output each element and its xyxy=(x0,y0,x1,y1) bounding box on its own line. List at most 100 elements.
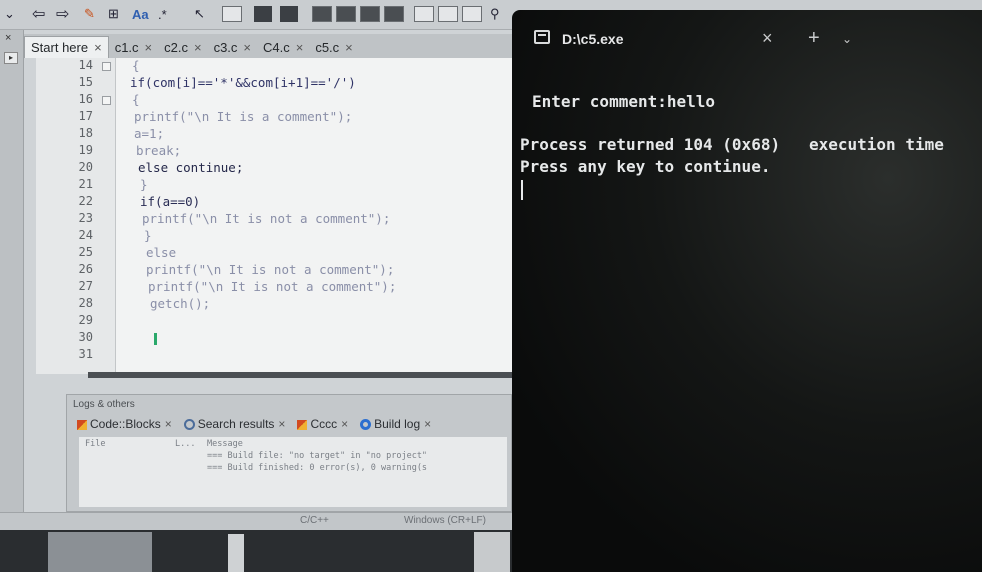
stream-comment-icon[interactable] xyxy=(384,6,404,22)
log-message: === Build file: "no target" in "no proje… xyxy=(207,451,428,461)
tab-label: c1.c xyxy=(114,39,139,55)
tab-label: c5.c xyxy=(315,39,340,55)
editor-tab-bar: Start here × c1.c × c2.c × c3.c × C4.c ×… xyxy=(24,34,514,58)
tab-label: c3.c xyxy=(213,39,238,55)
line-number: 31 xyxy=(78,347,93,361)
terminal-window[interactable]: D:\c5.exe × + ⌄ Enter comment:hello Proc… xyxy=(512,10,982,572)
code-line: printf("\n It is not a comment"); xyxy=(148,279,397,294)
logs-tab-cccc[interactable]: Cccc × xyxy=(297,417,348,431)
status-bar: C/C++ Windows (CR+LF) xyxy=(0,512,515,530)
terminal-icon xyxy=(534,30,550,44)
close-icon[interactable]: × xyxy=(424,417,431,431)
column-header-file: File xyxy=(85,439,106,449)
line-number: 16 xyxy=(78,92,93,106)
block-icon[interactable] xyxy=(222,6,242,22)
regex-icon[interactable]: Aa xyxy=(132,4,149,24)
close-icon[interactable]: × xyxy=(296,40,304,55)
line-number: 28 xyxy=(78,296,93,310)
unfold-icon[interactable] xyxy=(462,6,482,22)
chevron-down-icon[interactable]: ⌄ xyxy=(4,4,15,24)
chevron-down-icon[interactable]: ⌄ xyxy=(842,32,852,46)
tab-label: c2.c xyxy=(164,39,188,55)
play-arrow-icon[interactable]: ▸ xyxy=(4,52,18,64)
close-icon[interactable]: × xyxy=(243,40,251,55)
line-number: 24 xyxy=(78,228,93,242)
back-arrow-icon[interactable]: ⇦ xyxy=(32,4,45,24)
line-number: 18 xyxy=(78,126,93,140)
tab-c1[interactable]: c1.c × xyxy=(109,36,158,58)
tab-c5[interactable]: c5.c × xyxy=(309,36,358,58)
toggle-comment-icon[interactable] xyxy=(360,6,380,22)
fold-icon[interactable] xyxy=(438,6,458,22)
line-number: 23 xyxy=(78,211,93,225)
console-output-line: Process returned 104 (0x68) execution ti… xyxy=(520,135,944,154)
tab-label: Start here xyxy=(31,40,89,55)
logs-tab-search-results[interactable]: Search results × xyxy=(183,417,285,431)
select-tool-icon[interactable]: ⊞ xyxy=(108,4,119,24)
logs-tab-codeblocks[interactable]: Code::Blocks × xyxy=(77,417,172,431)
horizontal-scrollbar[interactable] xyxy=(88,372,512,378)
cursor-icon[interactable]: ↖ xyxy=(194,4,205,24)
close-tab-button[interactable]: × xyxy=(762,28,773,49)
close-icon[interactable]: × xyxy=(94,40,102,55)
console-output-line: Enter comment:hello xyxy=(532,92,716,111)
tab-c3[interactable]: c3.c × xyxy=(208,36,257,58)
code-line: if(com[i]=='*'&&com[i+1]=='/') xyxy=(130,75,356,90)
line-number: 26 xyxy=(78,262,93,276)
line-number: 30 xyxy=(78,330,93,344)
fold-marker-icon[interactable] xyxy=(102,62,111,71)
code-line: printf("\n It is not a comment"); xyxy=(142,211,391,226)
next-bookmark-icon[interactable] xyxy=(280,6,298,22)
line-number: 20 xyxy=(78,160,93,174)
line-number: 19 xyxy=(78,143,93,157)
box-comment-icon[interactable] xyxy=(414,6,434,22)
close-icon[interactable]: × xyxy=(194,40,202,55)
line-number: 27 xyxy=(78,279,93,293)
comment-icon[interactable] xyxy=(312,6,332,22)
code-line: a=1; xyxy=(134,126,165,141)
taskbar-item[interactable] xyxy=(48,532,152,572)
code-editor[interactable]: 14 15 16 17 18 19 20 21 22 23 24 25 26 2… xyxy=(36,58,512,374)
line-number: 25 xyxy=(78,245,93,259)
code-line: { xyxy=(132,58,140,73)
taskbar-strip xyxy=(0,530,515,572)
close-icon[interactable]: × xyxy=(145,40,153,55)
column-header-message: Message xyxy=(207,439,243,449)
fold-marker-icon[interactable] xyxy=(102,96,111,105)
logs-tab-label: Cccc xyxy=(310,417,338,431)
code-line: else xyxy=(146,245,177,260)
tab-start-here[interactable]: Start here × xyxy=(24,36,109,58)
line-number: 29 xyxy=(78,313,93,327)
uncomment-icon[interactable] xyxy=(336,6,356,22)
close-icon[interactable]: × xyxy=(345,40,353,55)
search-icon xyxy=(183,419,195,431)
terminal-tab-title[interactable]: D:\c5.exe xyxy=(562,31,623,47)
taskbar-item[interactable] xyxy=(474,532,510,572)
terminal-tab-bar: D:\c5.exe × + ⌄ xyxy=(512,10,982,74)
highlight-pen-icon[interactable]: ✎ xyxy=(84,4,95,24)
logs-tab-label: Build log xyxy=(374,417,421,431)
build-log-list[interactable]: File L... Message === Build file: "no ta… xyxy=(79,437,507,507)
dot-star-icon[interactable]: .* xyxy=(158,4,167,24)
toggle-bookmark-icon[interactable] xyxy=(254,6,272,22)
close-icon[interactable]: × xyxy=(165,417,172,431)
code-line: getch(); xyxy=(150,296,211,311)
new-tab-button[interactable]: + xyxy=(808,27,820,50)
close-icon[interactable]: × xyxy=(278,417,285,431)
close-icon[interactable]: × xyxy=(5,32,11,44)
status-eol: Windows (CR+LF) xyxy=(404,515,486,526)
logs-tab-build-log[interactable]: Build log × xyxy=(360,417,431,431)
pencil-icon xyxy=(77,419,87,430)
close-icon[interactable]: × xyxy=(341,417,348,431)
forward-arrow-icon[interactable]: ⇨ xyxy=(56,4,69,24)
code-line: printf("\n It is a comment"); xyxy=(134,109,353,124)
log-message: === Build finished: 0 error(s), 0 warnin… xyxy=(207,463,428,473)
tab-c2[interactable]: c2.c × xyxy=(158,36,207,58)
logs-tab-label: Search results xyxy=(197,417,275,431)
taskbar-item[interactable] xyxy=(228,534,244,572)
gear-icon xyxy=(360,419,372,431)
column-header-line: L... xyxy=(175,439,196,449)
logs-tab-label: Code::Blocks xyxy=(90,417,161,431)
zoom-icon[interactable]: ⚲ xyxy=(490,4,500,24)
tab-c4[interactable]: C4.c × xyxy=(257,36,309,58)
